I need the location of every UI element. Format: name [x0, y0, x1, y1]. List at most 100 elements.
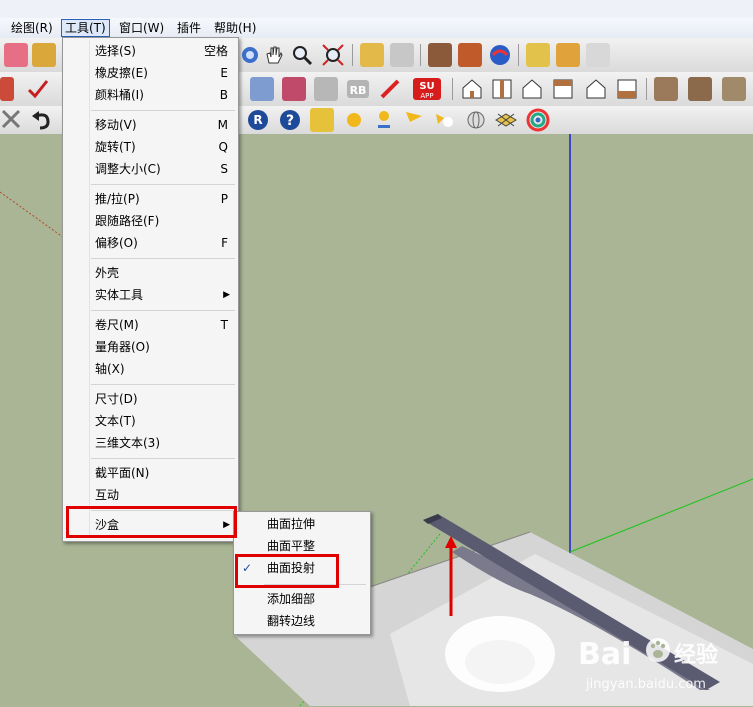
menu-separator [91, 458, 235, 459]
submenu-item-flip-edge[interactable]: 翻转边线 [234, 610, 370, 632]
menu-item-push-pull[interactable]: 推/拉(P) P [63, 188, 238, 210]
zoom-extents-icon[interactable] [321, 43, 345, 67]
pan-hand-icon[interactable] [262, 43, 286, 67]
menu-item-label: 推/拉(P) [95, 192, 140, 206]
green-axis [569, 478, 753, 553]
left-view-icon[interactable] [615, 77, 639, 101]
back-view-icon[interactable] [584, 77, 608, 101]
components-icon[interactable] [428, 43, 452, 67]
globe-icon[interactable] [464, 108, 488, 132]
texture-style-icon[interactable] [654, 77, 678, 101]
menu-plugins[interactable]: 插件 [174, 20, 204, 36]
menu-item-dimensions[interactable]: 尺寸(D) [63, 388, 238, 410]
su-app-icon[interactable]: SU APP [412, 77, 442, 101]
menu-item-label: 尺寸(D) [95, 392, 138, 406]
undo-icon[interactable] [30, 108, 54, 132]
diamond-icon[interactable] [494, 108, 518, 132]
orbit-icon[interactable] [238, 43, 262, 67]
share-model-icon[interactable] [390, 43, 414, 67]
menu-item-label: 橡皮擦(E) [95, 66, 148, 80]
menu-item-axes[interactable]: 轴(X) [63, 358, 238, 380]
eraser-icon[interactable] [4, 43, 28, 67]
help-icon[interactable]: ? [278, 108, 302, 132]
menu-separator [91, 110, 235, 111]
swirl-icon[interactable] [526, 108, 550, 132]
menu-item-rotate[interactable]: 旋转(T) Q [63, 136, 238, 158]
get-models-icon[interactable] [360, 43, 384, 67]
toolbar-separator [646, 78, 647, 100]
submenu-arrow-icon: ▶ [223, 290, 230, 300]
submenu-item-smoove[interactable]: 曲面拉伸 [234, 513, 370, 535]
warehouse-icon[interactable] [586, 43, 610, 67]
highlight-box-sandbox [66, 506, 237, 538]
tag-icon[interactable] [310, 108, 334, 132]
su-label: SU [419, 81, 434, 92]
top-view-icon[interactable] [490, 77, 514, 101]
upload-component-icon[interactable] [526, 43, 550, 67]
toolbar-separator [420, 44, 421, 66]
menu-item-label: 旋转(T) [95, 140, 136, 154]
tape-measure-icon[interactable] [32, 43, 56, 67]
menu-item-shortcut: S [220, 162, 228, 176]
menu-item-scale[interactable]: 调整大小(C) S [63, 158, 238, 180]
menu-item-shortcut: F [221, 236, 228, 250]
menu-item-offset[interactable]: 偏移(O) F [63, 232, 238, 254]
watermark-brand-tail: 经验 [674, 642, 718, 668]
pin-icon[interactable] [372, 108, 396, 132]
watermark-url: jingyan.baidu.com [585, 677, 706, 692]
cloud-icon[interactable] [432, 108, 456, 132]
menu-item-outer-shell[interactable]: 外壳 [63, 262, 238, 284]
download-component-icon[interactable] [556, 43, 580, 67]
menu-item-label: 文本(T) [95, 414, 136, 428]
menu-item-tape-measure[interactable]: 卷尺(M) T [63, 314, 238, 336]
submenu-item-add-detail[interactable]: 添加细部 [234, 588, 370, 610]
menu-item-label: 量角器(O) [95, 340, 150, 354]
menu-item-paint-bucket[interactable]: 颜料桶(I) B [63, 84, 238, 106]
menu-item-section-plane[interactable]: 截平面(N) [63, 462, 238, 484]
menu-window[interactable]: 窗口(W) [116, 20, 167, 36]
menu-item-eraser[interactable]: 橡皮擦(E) E [63, 62, 238, 84]
menu-item-follow-me[interactable]: 跟随路径(F) [63, 210, 238, 232]
menu-item-label: 移动(V) [95, 118, 137, 132]
menu-item-protractor[interactable]: 量角器(O) [63, 336, 238, 358]
sphere-icon[interactable] [342, 108, 366, 132]
menu-tools[interactable]: 工具(T) [61, 19, 110, 37]
menu-item-text[interactable]: 文本(T) [63, 410, 238, 432]
menu-item-3d-text[interactable]: 三维文本(3) [63, 432, 238, 454]
flag-icon[interactable] [402, 108, 426, 132]
map-icon[interactable] [250, 77, 274, 101]
close-x-icon[interactable] [0, 108, 24, 132]
menu-item-move[interactable]: 移动(V) M [63, 114, 238, 136]
rb-tool-icon[interactable]: RB [346, 77, 370, 101]
menu-item-shortcut: B [219, 88, 228, 102]
submenu-item-label: 翻转边线 [267, 614, 316, 628]
baidu-watermark: Bai 经验 jingyan.baidu.com [578, 628, 748, 704]
menu-item-solid-tools[interactable]: 实体工具 ▶ [63, 284, 238, 306]
menu-help[interactable]: 帮助(H) [211, 20, 259, 36]
menu-item-shortcut: 空格 [203, 44, 228, 58]
menu-draw[interactable]: 绘图(R) [8, 20, 56, 36]
shaded-style-icon[interactable] [688, 77, 712, 101]
menu-item-select[interactable]: 选择(S) 空格 [63, 40, 238, 62]
menu-item-label: 跟随路径(F) [95, 214, 160, 228]
house-tool-icon[interactable] [282, 77, 306, 101]
ruby-tool-icon[interactable] [378, 77, 402, 101]
r-badge-label: R [253, 113, 262, 127]
menu-item-label: 选择(S) [95, 44, 136, 58]
front-view-icon[interactable] [520, 77, 544, 101]
building-tool-icon[interactable] [314, 77, 338, 101]
rb-label: RB [350, 84, 367, 97]
baidu-logo-icon: Bai 经验 jingyan.baidu.com [578, 637, 718, 692]
tools-dropdown-menu: 选择(S) 空格 橡皮擦(E) E 颜料桶(I) B 移动(V) M 旋转(T)… [62, 37, 239, 542]
arrow-tool-icon[interactable] [0, 77, 14, 101]
zoom-icon[interactable] [290, 43, 314, 67]
check-tool-icon[interactable] [26, 77, 50, 101]
right-view-icon[interactable] [551, 77, 575, 101]
place-model-icon[interactable] [458, 43, 482, 67]
iso-view-icon[interactable] [460, 77, 484, 101]
xray-style-icon[interactable] [722, 77, 746, 101]
ruby-console-icon[interactable]: R [246, 108, 270, 132]
menu-item-interact[interactable]: 互动 [63, 484, 238, 506]
menu-bar: 绘图(R) 工具(T) 窗口(W) 插件 帮助(H) [0, 18, 753, 39]
google-earth-icon[interactable] [488, 43, 512, 67]
